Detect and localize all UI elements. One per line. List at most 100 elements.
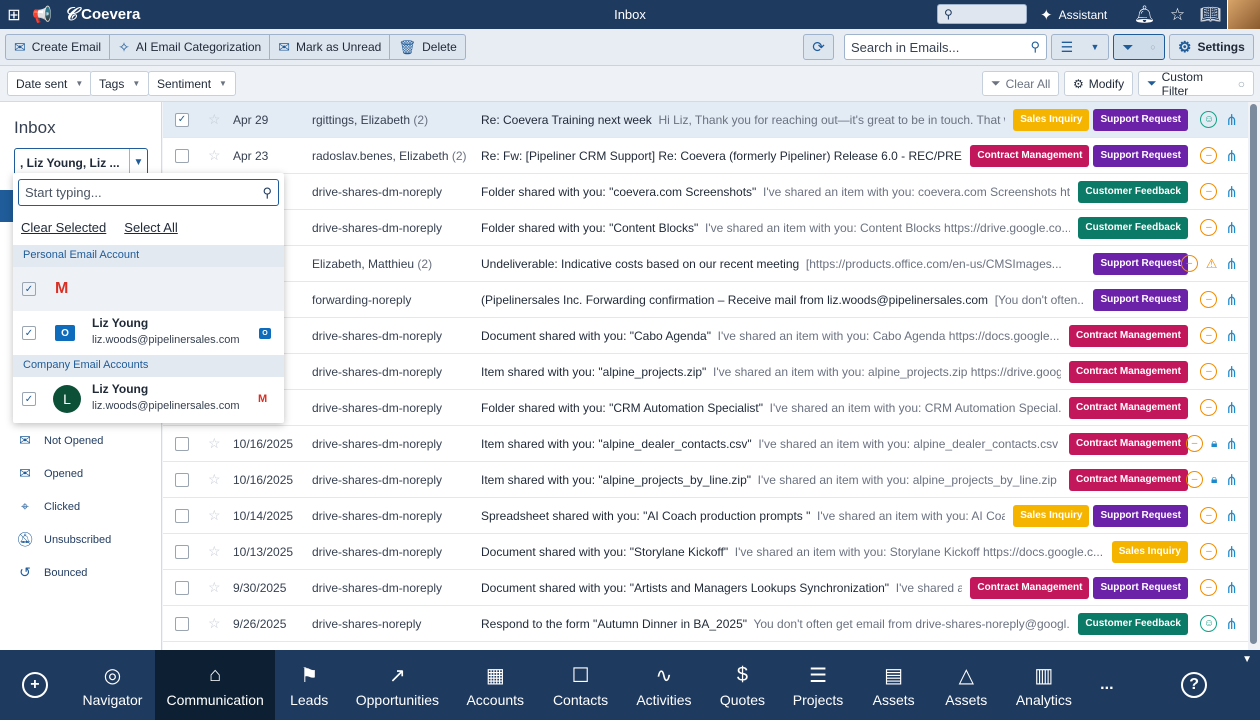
gmail-checkbox[interactable]: ✓ <box>22 282 36 296</box>
email-subject[interactable]: Item shared with you: "alpine_dealer_con… <box>481 437 1061 451</box>
date-sent-filter[interactable]: Date sent ▼ <box>7 71 93 96</box>
star-icon[interactable]: ☆ <box>208 111 221 128</box>
share-icon[interactable]: ⋔ <box>1225 363 1238 381</box>
user-avatar[interactable] <box>1227 0 1260 29</box>
star-icon[interactable]: ☆ <box>1161 0 1194 29</box>
sentiment-neutral-icon[interactable]: – <box>1200 507 1218 524</box>
sentiment-filter[interactable]: Sentiment ▼ <box>148 71 236 96</box>
table-row[interactable]: ☆ 10/16/2025 drive-shares-dm-noreply Item … <box>163 462 1248 498</box>
row-checkbox[interactable] <box>175 508 189 523</box>
share-icon[interactable]: ⋔ <box>1225 435 1238 453</box>
tag-badge[interactable]: Contract Management <box>1068 324 1188 347</box>
delete-button[interactable]: 🗑︎ Delete <box>390 35 464 59</box>
table-row[interactable]: ☆ 10/13/2025 drive-shares-dm-noreply Docum… <box>163 534 1248 570</box>
sidebar-item-not-opened[interactable]: ✉ Not Opened <box>16 432 103 449</box>
share-icon[interactable]: ⋔ <box>1225 471 1238 489</box>
view-menu-button[interactable]: ☰ ▼ <box>1051 34 1109 60</box>
email-subject[interactable]: Undeliverable: Indicative costs based on… <box>481 257 1085 271</box>
nav-item-assets[interactable]: △ Assets <box>930 650 1002 720</box>
nav-item-analytics[interactable]: ▥ Analytics <box>1002 650 1085 720</box>
assistant-button[interactable]: ✦ Assistant <box>1040 0 1107 29</box>
share-icon[interactable]: ⋔ <box>1225 219 1238 237</box>
nav-item-communication[interactable]: ⌂ Communication <box>155 650 276 720</box>
email-subject[interactable]: Re: Coevera Training next week Hi Liz, T… <box>481 113 1005 127</box>
table-row[interactable]: ☆Elizabeth, Matthieu (2)Undeliverable: I… <box>163 246 1248 282</box>
filter-toggle-button[interactable]: ⏷ ○ <box>1113 34 1165 60</box>
share-icon[interactable]: ⋔ <box>1225 291 1238 309</box>
sentiment-neutral-icon[interactable]: – <box>1186 471 1204 488</box>
scrollbar[interactable] <box>1248 102 1260 650</box>
select-all-link[interactable]: Select All <box>124 220 177 235</box>
tag-badge[interactable]: Customer Feedback <box>1078 216 1188 239</box>
email-subject[interactable]: Spreadsheet shared with you: "AI Coach p… <box>481 509 1005 523</box>
sentiment-neutral-icon[interactable]: – <box>1200 399 1218 416</box>
share-icon[interactable]: ⋔ <box>1225 507 1238 525</box>
tag-badge[interactable]: Customer Feedback <box>1078 180 1188 203</box>
share-icon[interactable]: ⋔ <box>1225 615 1238 633</box>
share-icon[interactable]: ⋔ <box>1225 543 1238 561</box>
table-row[interactable]: ☆ 10/16/2025 drive-shares-dm-noreply Item … <box>163 426 1248 462</box>
tag-badge[interactable]: Support Request <box>1093 504 1188 527</box>
tag-badge[interactable]: Sales Inquiry <box>1013 108 1090 131</box>
table-row[interactable]: ☆25forwarding-noreply (Pipelinersales In… <box>163 282 1248 318</box>
sentiment-neutral-icon[interactable]: – <box>1200 363 1218 380</box>
email-subject[interactable]: Document shared with you: "Artists and M… <box>481 581 962 595</box>
global-search[interactable]: ⚲ <box>937 4 1027 24</box>
star-icon[interactable]: ☆ <box>208 147 221 164</box>
tag-badge[interactable]: Contract Management <box>970 144 1090 167</box>
table-row[interactable]: ☆25drive-shares-dm-noreply Item shared w… <box>163 354 1248 390</box>
clear-all-button[interactable]: ⏷ Clear All <box>982 71 1060 96</box>
email-subject[interactable]: Document shared with you: "Storylane Kic… <box>481 545 1104 559</box>
sentiment-neutral-icon[interactable]: – <box>1186 435 1204 452</box>
nav-item-navigator[interactable]: ◎ Navigator <box>70 650 155 720</box>
tag-badge[interactable]: Support Request <box>1093 288 1188 311</box>
megaphone-icon[interactable]: 📢 <box>28 0 56 29</box>
share-icon[interactable]: ⋔ <box>1225 579 1238 597</box>
tag-badge[interactable]: Contract Management <box>1068 432 1188 455</box>
refresh-button[interactable]: ⟳ <box>803 34 834 60</box>
sentiment-neutral-icon[interactable]: – <box>1200 327 1218 344</box>
table-row[interactable]: ☆ 10/14/2025 drive-shares-dm-noreply Sprea… <box>163 498 1248 534</box>
nav-item-more[interactable]: ... <box>1086 650 1129 720</box>
row-checkbox[interactable] <box>175 544 189 559</box>
share-icon[interactable]: ⋔ <box>1225 399 1238 417</box>
app-grid-icon[interactable]: ⊞ <box>0 0 28 29</box>
nav-item-assets[interactable]: ▤ Assets <box>857 650 931 720</box>
email-search-input[interactable]: Search in Emails... ⚲ <box>844 34 1047 60</box>
table-row[interactable]: ☆25drive-shares-dm-noreply Folder shared… <box>163 390 1248 426</box>
account-search-input[interactable]: Start typing... ⚲ <box>18 179 279 206</box>
nav-item-activities[interactable]: ∿ Activities <box>622 650 705 720</box>
sentiment-neutral-icon[interactable]: – <box>1200 579 1218 596</box>
table-row[interactable]: ☆ 9/30/2025 drive-shares-dm-noreply Docume… <box>163 570 1248 606</box>
sentiment-neutral-icon[interactable]: – <box>1200 543 1218 560</box>
modify-button[interactable]: ⚙ Modify <box>1064 71 1134 96</box>
nav-item-quotes[interactable]: $ Quotes <box>706 650 780 720</box>
nav-item-contacts[interactable]: ☐ Contacts <box>539 650 622 720</box>
sidebar-item-unsubscribed[interactable]: 🔕︎ Unsubscribed <box>16 531 111 548</box>
collapse-chevron-icon[interactable]: ▼ <box>1242 654 1252 665</box>
book-icon[interactable]: 📖︎ <box>1194 0 1227 29</box>
sidebar-item-bounced[interactable]: ↺ Bounced <box>16 564 87 581</box>
share-icon[interactable]: ⋔ <box>1225 183 1238 201</box>
row-checkbox[interactable] <box>175 472 189 487</box>
email-subject[interactable]: Item shared with you: "alpine_projects_b… <box>481 473 1061 487</box>
star-icon[interactable]: ☆ <box>208 435 221 452</box>
email-subject[interactable]: Folder shared with you: "CRM Automation … <box>481 401 1061 415</box>
share-icon[interactable]: ⋔ <box>1225 327 1238 345</box>
share-icon[interactable]: ⋔ <box>1225 255 1238 273</box>
sentiment-positive-icon[interactable]: ☺ <box>1200 615 1218 632</box>
outlook-account-row[interactable]: ✓ O Liz Young liz.woods@pipelinersales.c… <box>13 311 284 355</box>
tag-badge[interactable]: Support Request <box>1093 576 1188 599</box>
tag-badge[interactable]: Sales Inquiry <box>1111 540 1188 563</box>
settings-button[interactable]: ⚙ Settings <box>1169 34 1254 60</box>
sentiment-positive-icon[interactable]: ☺ <box>1200 111 1218 128</box>
star-icon[interactable]: ☆ <box>208 543 221 560</box>
share-icon[interactable]: ⋔ <box>1225 111 1238 129</box>
custom-filter-button[interactable]: ⏷ Custom Filter ○ <box>1138 70 1254 98</box>
tag-badge[interactable]: Support Request <box>1093 144 1188 167</box>
table-row[interactable]: ☆ Apr 23 radoslav.benes, Elizabeth (2) Re: … <box>163 138 1248 174</box>
table-row[interactable]: ☆5drive-shares-dm-noreply Document share… <box>163 318 1248 354</box>
tags-filter[interactable]: Tags ▼ <box>90 71 150 96</box>
gmail-account-row[interactable]: ✓ M <box>13 267 284 311</box>
email-subject[interactable]: Folder shared with you: "Content Blocks"… <box>481 221 1070 235</box>
